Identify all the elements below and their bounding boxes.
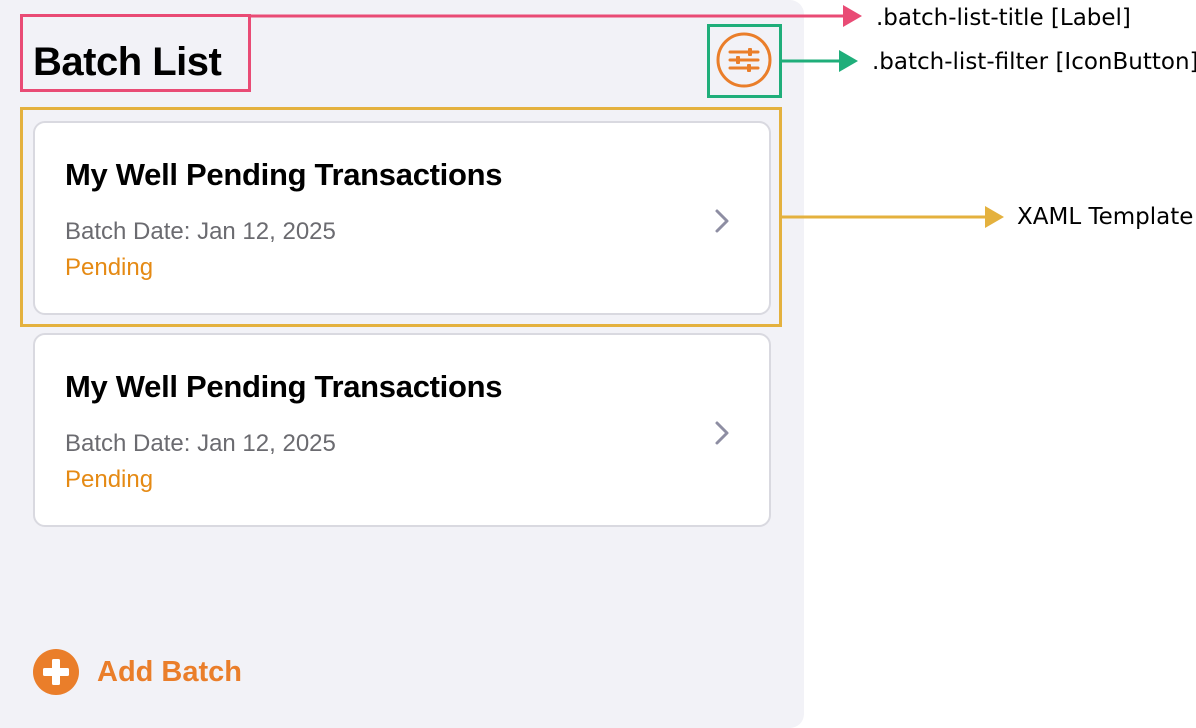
batch-title: My Well Pending Transactions [65, 157, 503, 192]
add-batch-button[interactable]: Add Batch [33, 648, 242, 696]
batch-card[interactable]: My Well Pending Transactions Batch Date:… [33, 121, 771, 315]
plus-circle-icon [33, 649, 79, 695]
batch-date: Batch Date: Jan 12, 2025 [65, 218, 336, 245]
sliders-icon [716, 32, 772, 88]
batch-card[interactable]: My Well Pending Transactions Batch Date:… [33, 333, 771, 527]
chevron-right-icon [715, 209, 729, 233]
batch-date: Batch Date: Jan 12, 2025 [65, 430, 336, 457]
filter-button[interactable] [716, 32, 772, 88]
batch-list-screen: Batch List My Well Pending Transactions … [0, 0, 804, 728]
batch-status: Pending [65, 466, 154, 493]
template-annotation-label: XAML Template [1017, 204, 1194, 230]
page-title: Batch List [33, 40, 222, 84]
batch-status: Pending [65, 254, 154, 281]
chevron-right-icon [715, 421, 729, 445]
add-batch-label: Add Batch [97, 655, 242, 688]
template-arrowhead [985, 206, 1004, 228]
title-arrowhead [843, 5, 862, 27]
filter-arrowhead [839, 50, 858, 72]
title-annotation-label: .batch-list-title [Label] [876, 5, 1131, 31]
filter-annotation-label: .batch-list-filter [IconButton] [872, 49, 1196, 75]
batch-title: My Well Pending Transactions [65, 369, 503, 404]
